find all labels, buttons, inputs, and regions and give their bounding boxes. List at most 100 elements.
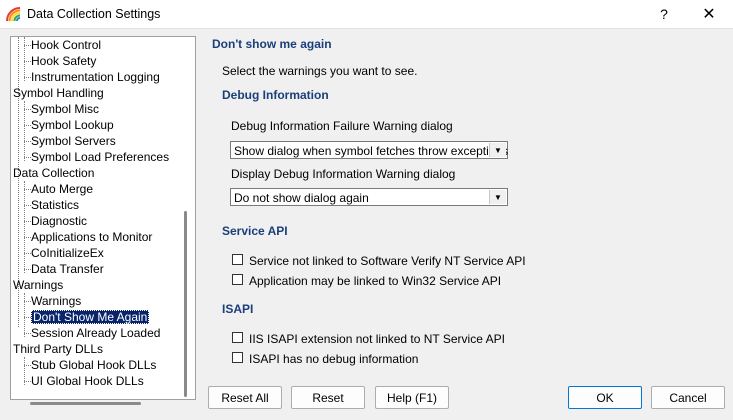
debug-heading: Debug Information	[222, 88, 329, 102]
tree-branch-line	[24, 101, 25, 161]
cancel-button[interactable]: Cancel	[651, 386, 725, 409]
tree-item-label: Don't Show Me Again	[31, 310, 150, 324]
failure-dialog-label: Debug Information Failure Warning dialog	[231, 119, 453, 133]
tree-connector	[24, 381, 31, 382]
chevron-down-icon[interactable]: ▼	[489, 143, 506, 157]
display-dialog-select[interactable]: Do not show dialog again ▼	[230, 188, 508, 206]
failure-dialog-select[interactable]: Show dialog when symbol fetches throw ex…	[230, 141, 508, 159]
tree-item-label: Statistics	[31, 198, 80, 212]
tree-horizontal-scrollbar[interactable]	[30, 402, 141, 405]
tree-item-label: Warnings	[31, 294, 82, 308]
tree-item[interactable]: Auto Merge	[31, 181, 93, 197]
tree-item-label: Stub Global Hook DLLs	[31, 358, 157, 372]
tree-item[interactable]: UI Global Hook DLLs	[31, 373, 144, 389]
tree-item[interactable]: Third Party DLLs	[13, 341, 103, 357]
tree-item-label: Hook Control	[31, 38, 102, 52]
tree-item[interactable]: Instrumentation Logging	[31, 69, 160, 85]
tree-item[interactable]: Symbol Load Preferences	[31, 149, 169, 165]
tree-connector	[24, 301, 31, 302]
tree-item[interactable]: Data Collection	[13, 165, 94, 181]
service-not-linked-label: Service not linked to Software Verify NT…	[249, 254, 526, 268]
help-button[interactable]: Help (F1)	[375, 386, 449, 409]
tree-connector	[24, 45, 31, 46]
tree-connector	[24, 205, 31, 206]
tree-branch-line	[24, 37, 25, 81]
tree-item[interactable]: Symbol Handling	[13, 85, 104, 101]
isapi-not-linked-label: IIS ISAPI extension not linked to NT Ser…	[249, 332, 505, 346]
tree-item[interactable]: Applications to Monitor	[31, 229, 152, 245]
title-bar: Data Collection Settings ? ✕	[0, 0, 733, 29]
help-title-button[interactable]: ?	[642, 1, 686, 27]
isapi-no-debug-label: ISAPI has no debug information	[249, 352, 419, 366]
tree-item-label: Hook Safety	[31, 54, 97, 68]
tree-item[interactable]: Data Transfer	[31, 261, 104, 277]
display-dialog-label: Display Debug Information Warning dialog	[231, 167, 456, 181]
settings-tree[interactable]: Hook Control Hook Safety Instrumentation L…	[10, 36, 196, 400]
tree-item[interactable]: Session Already Loaded	[31, 325, 160, 341]
tree-item[interactable]: Symbol Misc	[31, 101, 99, 117]
tree-connector	[24, 61, 31, 62]
tree-item[interactable]: Hook Control	[31, 37, 101, 53]
failure-dialog-value: Show dialog when symbol fetches throw ex…	[234, 144, 509, 158]
tree-item-label: Symbol Lookup	[31, 118, 114, 132]
tree-item[interactable]: Diagnostic	[31, 213, 87, 229]
win32-service-checkbox[interactable]	[232, 274, 243, 285]
chevron-down-icon[interactable]: ▼	[489, 190, 506, 204]
app-rainbow-icon	[6, 7, 21, 22]
tree-connector	[24, 109, 31, 110]
tree-item-label: Data Transfer	[31, 262, 104, 276]
tree-item-label: Instrumentation Logging	[31, 70, 160, 84]
tree-item[interactable]: Don't Show Me Again	[31, 309, 150, 325]
tree-connector	[24, 125, 31, 126]
tree-connector	[24, 269, 31, 270]
window-title: Data Collection Settings	[27, 7, 161, 21]
reset-button[interactable]: Reset	[291, 386, 365, 409]
ok-button[interactable]: OK	[568, 386, 642, 409]
win32-service-label: Application may be linked to Win32 Servi…	[249, 274, 502, 288]
tree-vertical-scrollbar[interactable]	[184, 211, 187, 397]
tree-item[interactable]: CoInitializeEx	[31, 245, 104, 261]
display-dialog-value: Do not show dialog again	[234, 191, 369, 205]
tree-item[interactable]: Hook Safety	[31, 53, 96, 69]
tree-item-label: Third Party DLLs	[13, 342, 104, 356]
tree-item[interactable]: Symbol Lookup	[31, 117, 114, 133]
tree-connector	[24, 253, 31, 254]
tree-connector	[24, 77, 31, 78]
tree-connector	[24, 141, 31, 142]
intro-text: Select the warnings you want to see.	[222, 64, 418, 78]
tree-connector	[24, 365, 31, 366]
tree-item-label: Symbol Load Preferences	[31, 150, 170, 164]
close-button[interactable]: ✕	[687, 1, 731, 27]
tree-connector	[24, 221, 31, 222]
tree-branch-line	[24, 293, 25, 337]
tree-connector	[24, 317, 31, 318]
tree-item-label: Auto Merge	[31, 182, 94, 196]
tree-item-label: Diagnostic	[31, 214, 88, 228]
tree-connector	[24, 189, 31, 190]
tree-branch-line	[24, 181, 25, 273]
tree-item[interactable]: Warnings	[31, 293, 81, 309]
tree-item-label: UI Global Hook DLLs	[31, 374, 144, 388]
service-api-heading: Service API	[222, 224, 288, 238]
tree-item-label: Warnings	[13, 278, 64, 292]
tree-item[interactable]: Statistics	[31, 197, 79, 213]
service-not-linked-checkbox[interactable]	[232, 254, 243, 265]
tree-connector	[24, 237, 31, 238]
tree-connector	[24, 157, 31, 158]
tree-item-label: Session Already Loaded	[31, 326, 161, 340]
isapi-no-debug-checkbox[interactable]	[232, 352, 243, 363]
reset-all-button[interactable]: Reset All	[208, 386, 282, 409]
tree-connector	[24, 333, 31, 334]
tree-item-label: Applications to Monitor	[31, 230, 153, 244]
tree-item[interactable]: Stub Global Hook DLLs	[31, 357, 156, 373]
tree-item[interactable]: Symbol Servers	[31, 133, 116, 149]
panel-title: Don't show me again	[212, 37, 332, 51]
isapi-not-linked-checkbox[interactable]	[232, 332, 243, 343]
tree-item-label: Symbol Misc	[31, 102, 100, 116]
tree-item-label: CoInitializeEx	[31, 246, 104, 260]
tree-item-label: Symbol Servers	[31, 134, 116, 148]
tree-item[interactable]: Warnings	[13, 277, 63, 293]
isapi-heading: ISAPI	[222, 302, 254, 316]
tree-item-label: Data Collection	[13, 166, 95, 180]
tree-item-label: Symbol Handling	[13, 86, 104, 100]
